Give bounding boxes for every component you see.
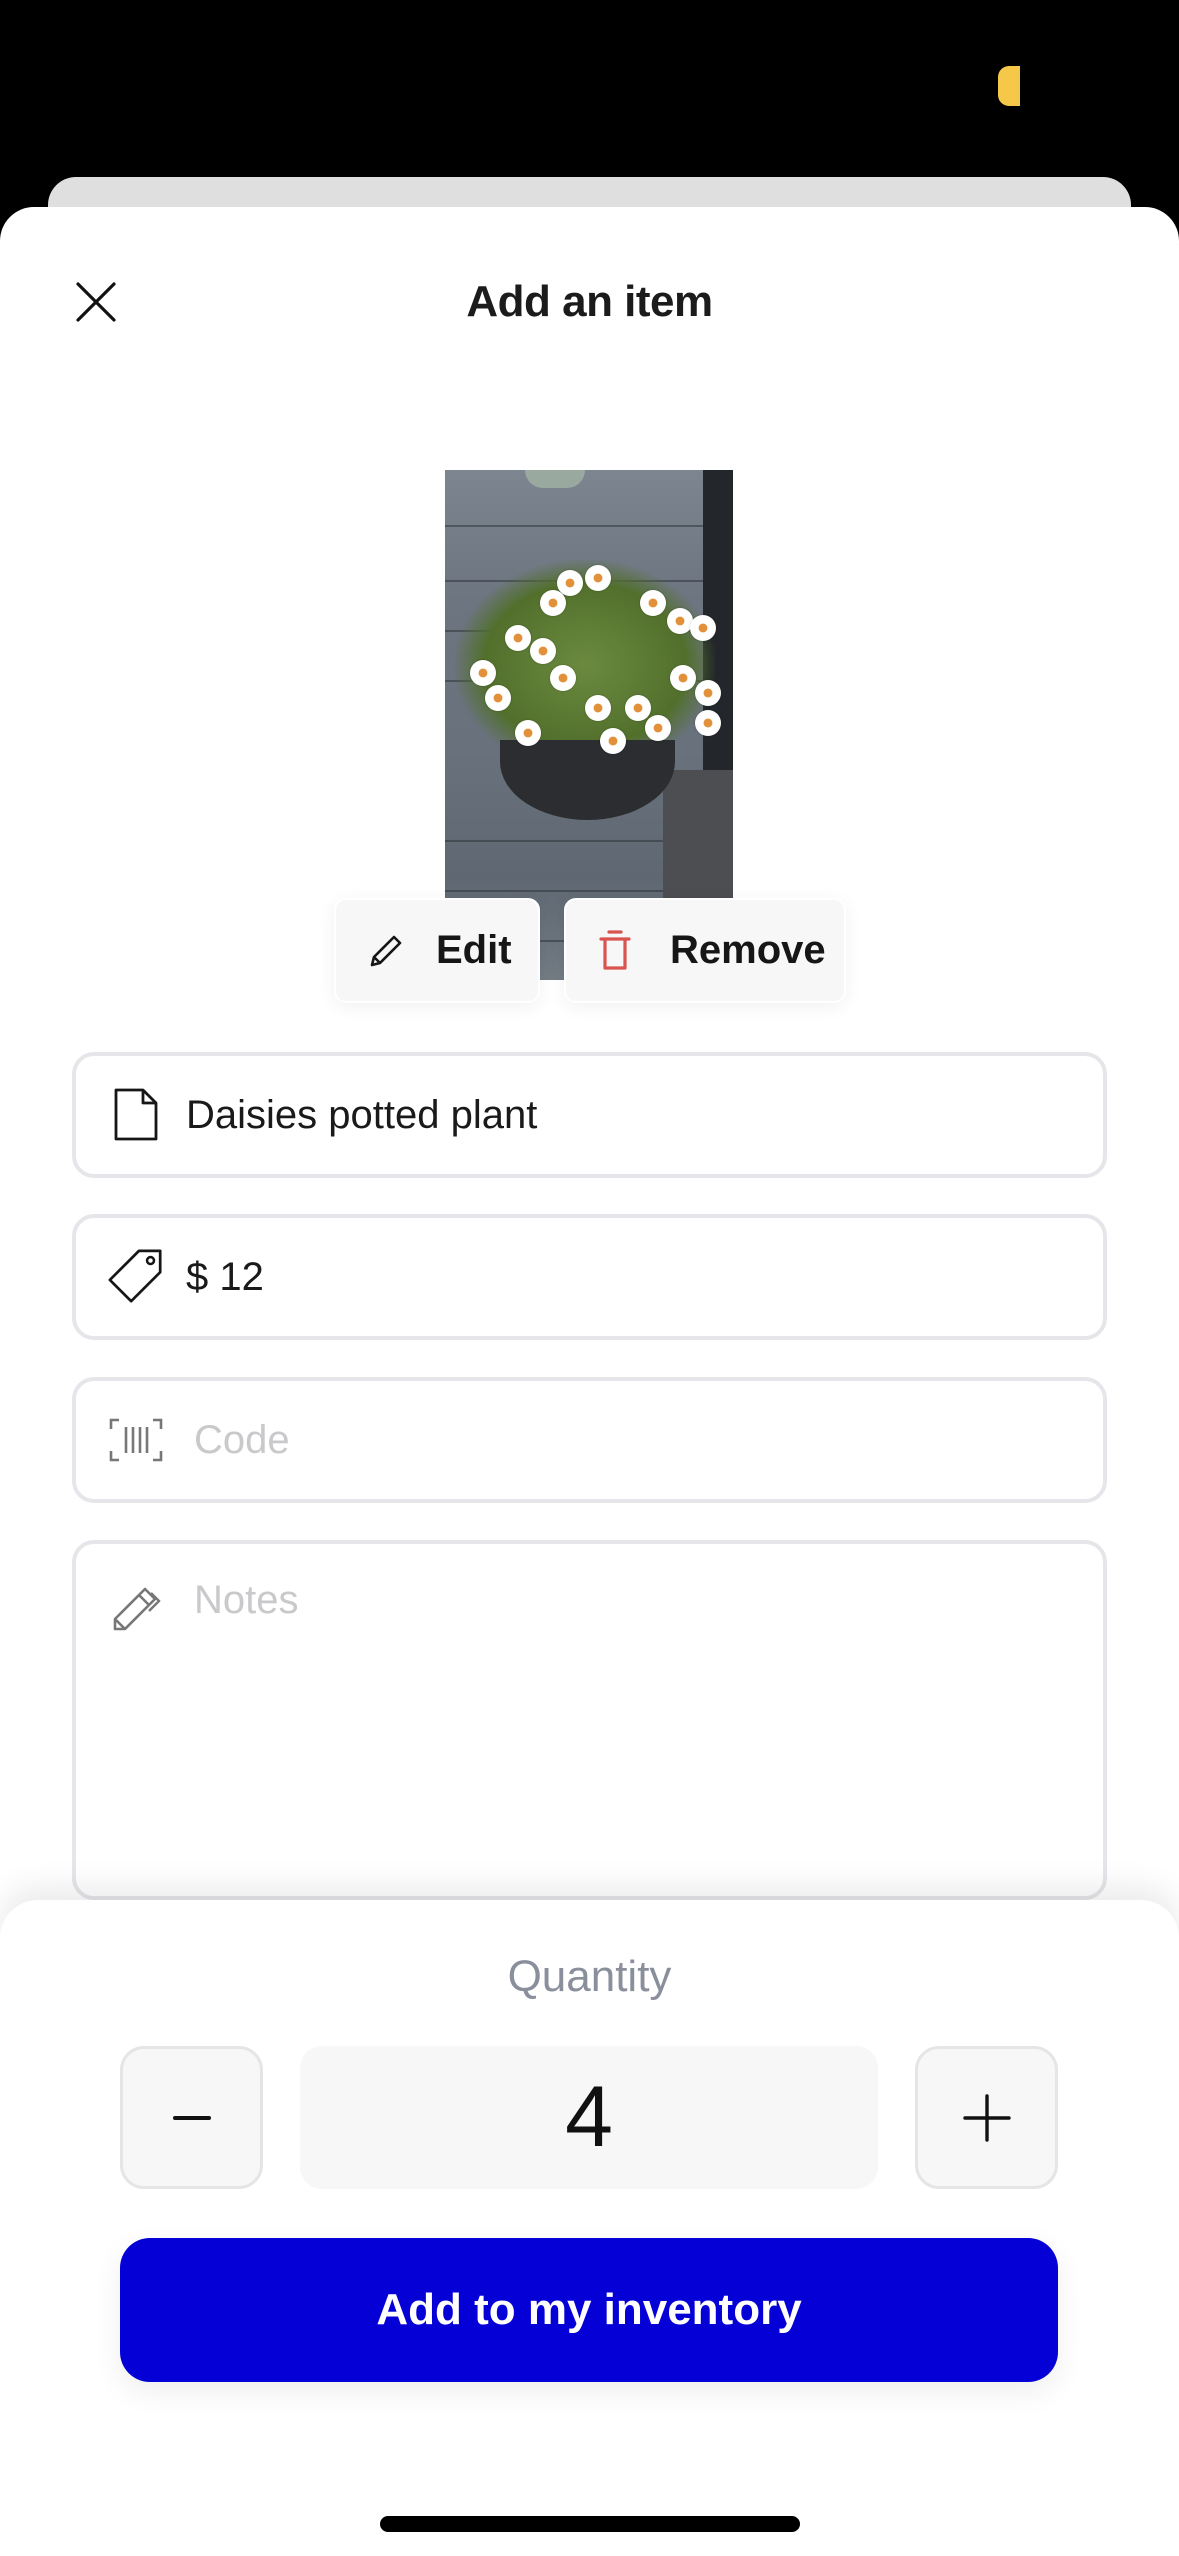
code-placeholder: Code [194,1417,290,1462]
pen-icon [106,1578,166,1638]
add-to-inventory-button[interactable]: Add to my inventory [120,2238,1058,2382]
price-value: $ 12 [186,1254,264,1299]
barcode-icon [106,1410,166,1470]
pencil-icon [370,935,402,966]
battery-indicator [998,66,1020,106]
notes-field[interactable]: Notes [72,1540,1107,1900]
item-name-field[interactable]: Daisies potted plant [72,1052,1107,1178]
price-tag-icon [106,1247,166,1307]
page-title: Add an item [466,277,713,326]
plus-icon [962,2093,1011,2142]
remove-photo-button[interactable]: Remove [564,898,846,1003]
code-field[interactable]: Code [72,1377,1107,1503]
decrement-quantity-button[interactable] [120,2046,263,2189]
notes-placeholder: Notes [194,1578,299,1622]
minus-icon [172,2115,211,2120]
edit-photo-button[interactable]: Edit [334,898,540,1003]
quantity-label: Quantity [507,1952,672,2001]
remove-label: Remove [670,928,826,972]
trash-icon [599,929,631,970]
document-icon [106,1085,166,1145]
price-field[interactable]: $ 12 [72,1214,1107,1340]
quantity-value[interactable]: 4 [300,2046,878,2189]
item-name-value: Daisies potted plant [186,1092,538,1137]
increment-quantity-button[interactable] [915,2046,1058,2189]
edit-label: Edit [436,928,512,972]
home-indicator[interactable] [380,2516,800,2532]
